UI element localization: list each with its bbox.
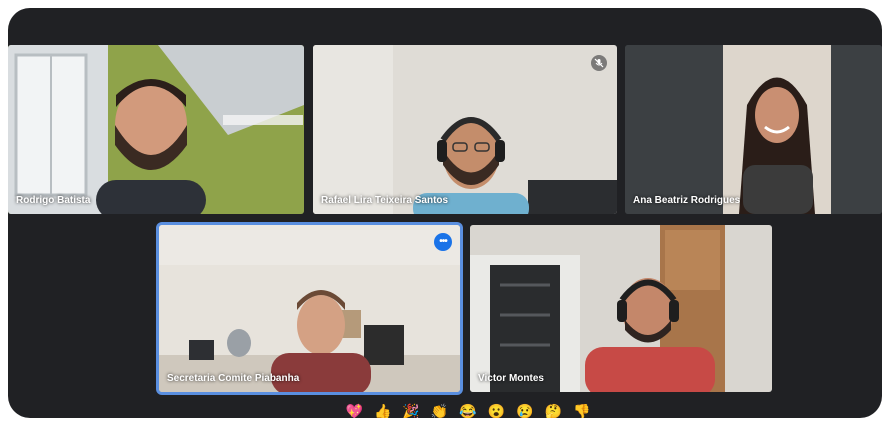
video-feed bbox=[8, 45, 304, 214]
reactions-bar: 💖 👍 🎉 👏 😂 😮 😢 🤔 👎 bbox=[340, 401, 596, 419]
video-feed bbox=[159, 225, 460, 392]
video-feed bbox=[470, 225, 772, 392]
clapping-hands-icon[interactable]: 👏 bbox=[430, 402, 449, 419]
participant-tile-secretaria[interactable]: ••• Secretaria Comite Piabanha bbox=[159, 225, 460, 392]
surprised-face-icon[interactable]: 😮 bbox=[487, 402, 506, 419]
sparkling-heart-icon[interactable]: 💖 bbox=[345, 402, 364, 419]
participant-tile-rodrigo[interactable]: Rodrigo Batista bbox=[8, 45, 304, 214]
participant-name: Victor Montes bbox=[478, 373, 544, 384]
crying-face-icon[interactable]: 😢 bbox=[515, 402, 534, 419]
participant-tile-rafael[interactable]: Rafael Lira Teixeira Santos bbox=[313, 45, 617, 214]
meeting-window: Rodrigo Batista Rafael Lira Teixeira San… bbox=[8, 8, 882, 418]
thumbs-up-icon[interactable]: 👍 bbox=[373, 402, 392, 419]
thinking-face-icon[interactable]: 🤔 bbox=[544, 402, 563, 419]
participant-name: Ana Beatriz Rodrigues bbox=[633, 195, 741, 206]
participant-tile-ana[interactable]: Ana Beatriz Rodrigues bbox=[625, 45, 882, 214]
tears-of-joy-icon[interactable]: 😂 bbox=[458, 402, 477, 419]
thumbs-down-icon[interactable]: 👎 bbox=[572, 402, 591, 419]
participant-name: Secretaria Comite Piabanha bbox=[167, 373, 300, 384]
video-feed bbox=[313, 45, 617, 214]
participant-name: Rodrigo Batista bbox=[16, 195, 91, 206]
party-popper-icon[interactable]: 🎉 bbox=[402, 402, 421, 419]
participant-name: Rafael Lira Teixeira Santos bbox=[321, 195, 449, 206]
video-feed bbox=[625, 45, 882, 214]
more-options-button[interactable]: ••• bbox=[434, 233, 452, 251]
mic-off-icon bbox=[591, 55, 607, 71]
participant-tile-victor[interactable]: Victor Montes bbox=[470, 225, 772, 392]
